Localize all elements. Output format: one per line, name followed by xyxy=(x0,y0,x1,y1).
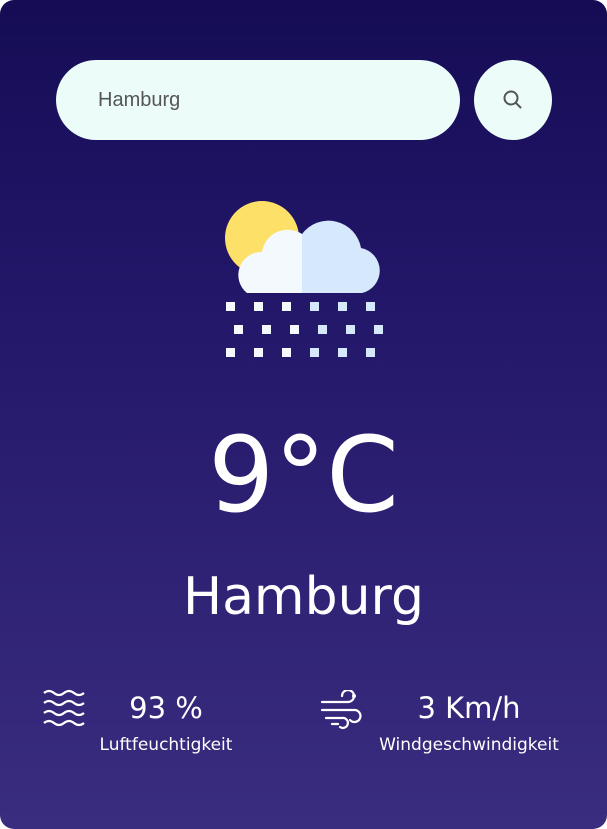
temperature: 9°C xyxy=(208,414,399,536)
search-input[interactable] xyxy=(96,87,430,113)
humidity-value: 93 % xyxy=(129,691,203,725)
city-name: Hamburg xyxy=(182,567,425,627)
wind-label: Windgeschwindigkeit xyxy=(379,735,559,755)
search-icon xyxy=(503,90,522,109)
humidity-label: Luftfeuchtigkeit xyxy=(99,735,233,755)
wind-value: 3 Km/h xyxy=(417,691,521,725)
snow-dots xyxy=(226,302,383,357)
humidity-waves-icon xyxy=(43,689,85,727)
snow-sun-cloud-icon xyxy=(225,201,383,357)
search-button[interactable] xyxy=(474,60,552,140)
wind-icon xyxy=(320,690,362,729)
weather-card: 9°C Hamburg 93 % Luftfeuchtigkeit 3 Km/h… xyxy=(0,0,607,829)
search-field[interactable] xyxy=(56,60,460,140)
